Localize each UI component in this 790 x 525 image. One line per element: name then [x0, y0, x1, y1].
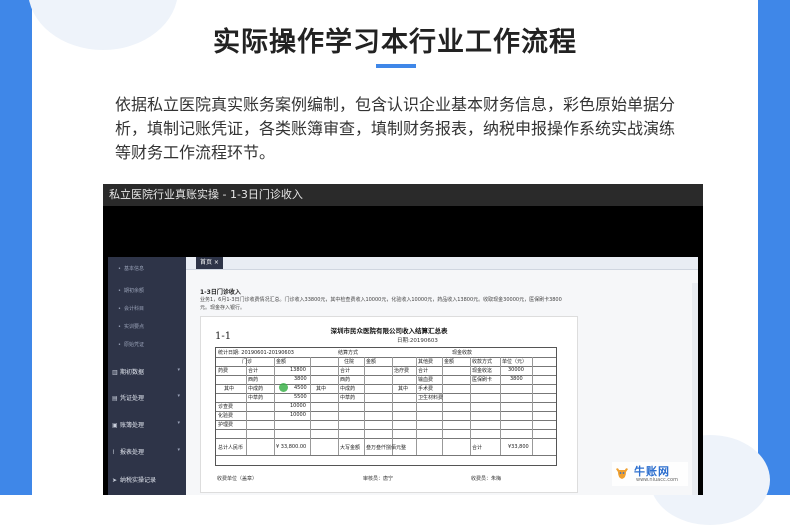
row-value: 4500 — [294, 385, 307, 391]
document-icon: ▤ — [112, 395, 118, 402]
row-value: 13800 — [290, 367, 306, 373]
sidebar-subitem[interactable]: 会计科目 — [118, 305, 144, 312]
chevron-down-icon: ▾ — [177, 367, 180, 373]
header-amount: 金额 — [444, 359, 455, 365]
period-label: 统计日期: 20190601-20190603 — [218, 350, 294, 356]
settle-label: 结算方式 — [338, 350, 359, 356]
tab-home[interactable]: 首页 × — [196, 257, 223, 269]
row-name: 诊查费 — [218, 404, 234, 410]
page-title: 实际操作学习本行业工作流程 — [213, 27, 577, 58]
mouse-cursor-highlight — [279, 383, 288, 392]
other-row: 输血费 — [418, 377, 434, 383]
sum-label: 合计 — [472, 445, 483, 451]
book-icon: ▣ — [112, 422, 118, 429]
header-payment: 收款方式 — [472, 359, 493, 365]
brand-watermark: 牛账网 www.niuacc.com — [612, 462, 688, 486]
row-sub: 中成药 — [248, 386, 264, 392]
payment-amount: 3800 — [510, 376, 523, 382]
header-amount: 金额 — [366, 359, 377, 365]
sidebar-item-label: 报表处理 — [120, 449, 145, 456]
sidebar-subitem[interactable]: 基本信息 — [118, 265, 144, 272]
row-value: 10000 — [290, 412, 306, 418]
footer-reviewer: 审核员：唐宁 — [363, 476, 394, 482]
sidebar-item-label: 凭证处理 — [120, 395, 145, 402]
chart-icon: ▥ — [112, 369, 118, 376]
footer-cashier: 收费员：朱梅 — [471, 476, 502, 482]
sidebar: 基本信息 期初余额 会计科目 实训要点 原始凭证 ▥期初数据 ▾ ▤凭证处理 ▾ ▣… — [108, 257, 186, 495]
row-value: 3800 — [294, 376, 307, 382]
chevron-down-icon: ▾ — [177, 447, 180, 453]
sidebar-item-label: 账簿处理 — [120, 422, 145, 429]
sidebar-item-label: 期初数据 — [120, 369, 145, 376]
scrollbar[interactable] — [692, 283, 698, 495]
header-outpatient: 门诊 — [242, 359, 253, 365]
capital-label: 大写金额 — [340, 445, 361, 451]
header-amount: 金额 — [276, 359, 287, 365]
header-other: 其他费 — [418, 359, 434, 365]
task-description: 业务1，6月1-3日门诊收费情况汇总。门诊收入33800元，其中检查费收入100… — [200, 297, 562, 311]
mid-row: 中草药 — [340, 395, 356, 401]
left-frame-bar — [0, 0, 32, 495]
sidebar-item-ledger[interactable]: ▣ 账簿处理 ▾ — [112, 420, 182, 429]
sidebar-subitem[interactable]: 期初余额 — [118, 287, 144, 294]
header-unit: 单位（元） — [502, 359, 528, 365]
row-sub: 西药 — [248, 377, 259, 383]
bull-logo-icon — [616, 468, 628, 479]
footer-unit: 收费单位（盖章） — [217, 476, 258, 482]
mid-row: 中成药 — [340, 386, 356, 392]
settlement-table: 统计日期: 20190601-20190603 结算方式 现金收款 门诊 金额 … — [215, 347, 557, 466]
brand-url: www.niuacc.com — [636, 477, 678, 483]
sidebar-subitem[interactable]: 实训要点 — [118, 323, 144, 330]
video-title: 私立医院行业真账实操 - 1-3日门诊收入 — [103, 184, 703, 206]
mid-row: 西药 — [340, 377, 351, 383]
row-value: 5500 — [294, 394, 307, 400]
row-sub: 合计 — [248, 368, 259, 374]
total-value: ¥ 33,800.00 — [276, 444, 307, 450]
chevron-down-icon: ▾ — [177, 393, 180, 399]
payment-method: 现金收迄 — [472, 368, 493, 374]
document-date: 日期:20190603 — [397, 338, 438, 344]
right-frame-bar — [758, 0, 790, 495]
row-value: 10000 — [290, 403, 306, 409]
total-label: 总计人民币 — [218, 445, 244, 451]
sum-value: ¥33,800 — [508, 444, 529, 450]
capital-value: 叁万叁仟捌佰元整 — [366, 445, 407, 451]
task-title: 1-3日门诊收入 — [200, 289, 241, 296]
intro-paragraph: 依据私立医院真实账务案例编制，包含认识企业基本财务信息，彩色原始单据分析，填制记… — [115, 95, 676, 162]
sidebar-item-opening-data[interactable]: ▥ 期初数据 ▾ — [112, 367, 182, 376]
payment-amount: 30000 — [508, 367, 524, 373]
line-chart-icon: ⌇ — [112, 449, 115, 456]
mid-row: 其中 — [316, 386, 327, 392]
header-inpatient: 住院 — [344, 359, 355, 365]
sidebar-item-voucher[interactable]: ▤ 凭证处理 ▾ — [112, 393, 182, 402]
sidebar-item-tax[interactable]: ➤ 纳税实操记录 — [112, 475, 182, 484]
other-row: 合计 — [418, 368, 429, 374]
cash-label: 现金收款 — [452, 350, 473, 356]
title-underline — [376, 64, 416, 68]
tab-bar: 首页 × — [186, 257, 698, 270]
other-row: 其中 — [398, 386, 409, 392]
sidebar-subitem[interactable]: 原始凭证 — [118, 341, 144, 348]
other-row: 手术费 — [418, 386, 434, 392]
row-name: 其中 — [224, 386, 235, 392]
source-document: 1-1 深圳市民众医院有限公司收入结算汇总表 日期:20190603 统计日期:… — [200, 316, 578, 493]
accounting-app-screen: 基本信息 期初余额 会计科目 实训要点 原始凭证 ▥期初数据 ▾ ▤凭证处理 ▾ ▣… — [108, 257, 698, 495]
other-row: 治疗费 — [394, 368, 410, 374]
row-name: 护理费 — [218, 422, 234, 428]
other-row: 卫生材料费 — [418, 395, 444, 401]
sidebar-item-label: 纳税实操记录 — [120, 477, 157, 484]
row-sub: 中草药 — [248, 395, 264, 401]
row-name: 化验费 — [218, 413, 234, 419]
row-name: 药费 — [218, 368, 229, 374]
document-title: 深圳市民众医院有限公司收入结算汇总表 — [330, 327, 448, 335]
chevron-down-icon: ▾ — [177, 420, 180, 426]
send-icon: ➤ — [112, 477, 118, 484]
video-player[interactable]: 私立医院行业真账实操 - 1-3日门诊收入 基本信息 期初余额 会计科目 实训要… — [103, 184, 703, 495]
payment-method: 医保刷卡 — [472, 377, 493, 383]
sidebar-item-reports[interactable]: ⌇ 报表处理 ▾ — [112, 447, 182, 456]
mid-row: 合计 — [340, 368, 351, 374]
